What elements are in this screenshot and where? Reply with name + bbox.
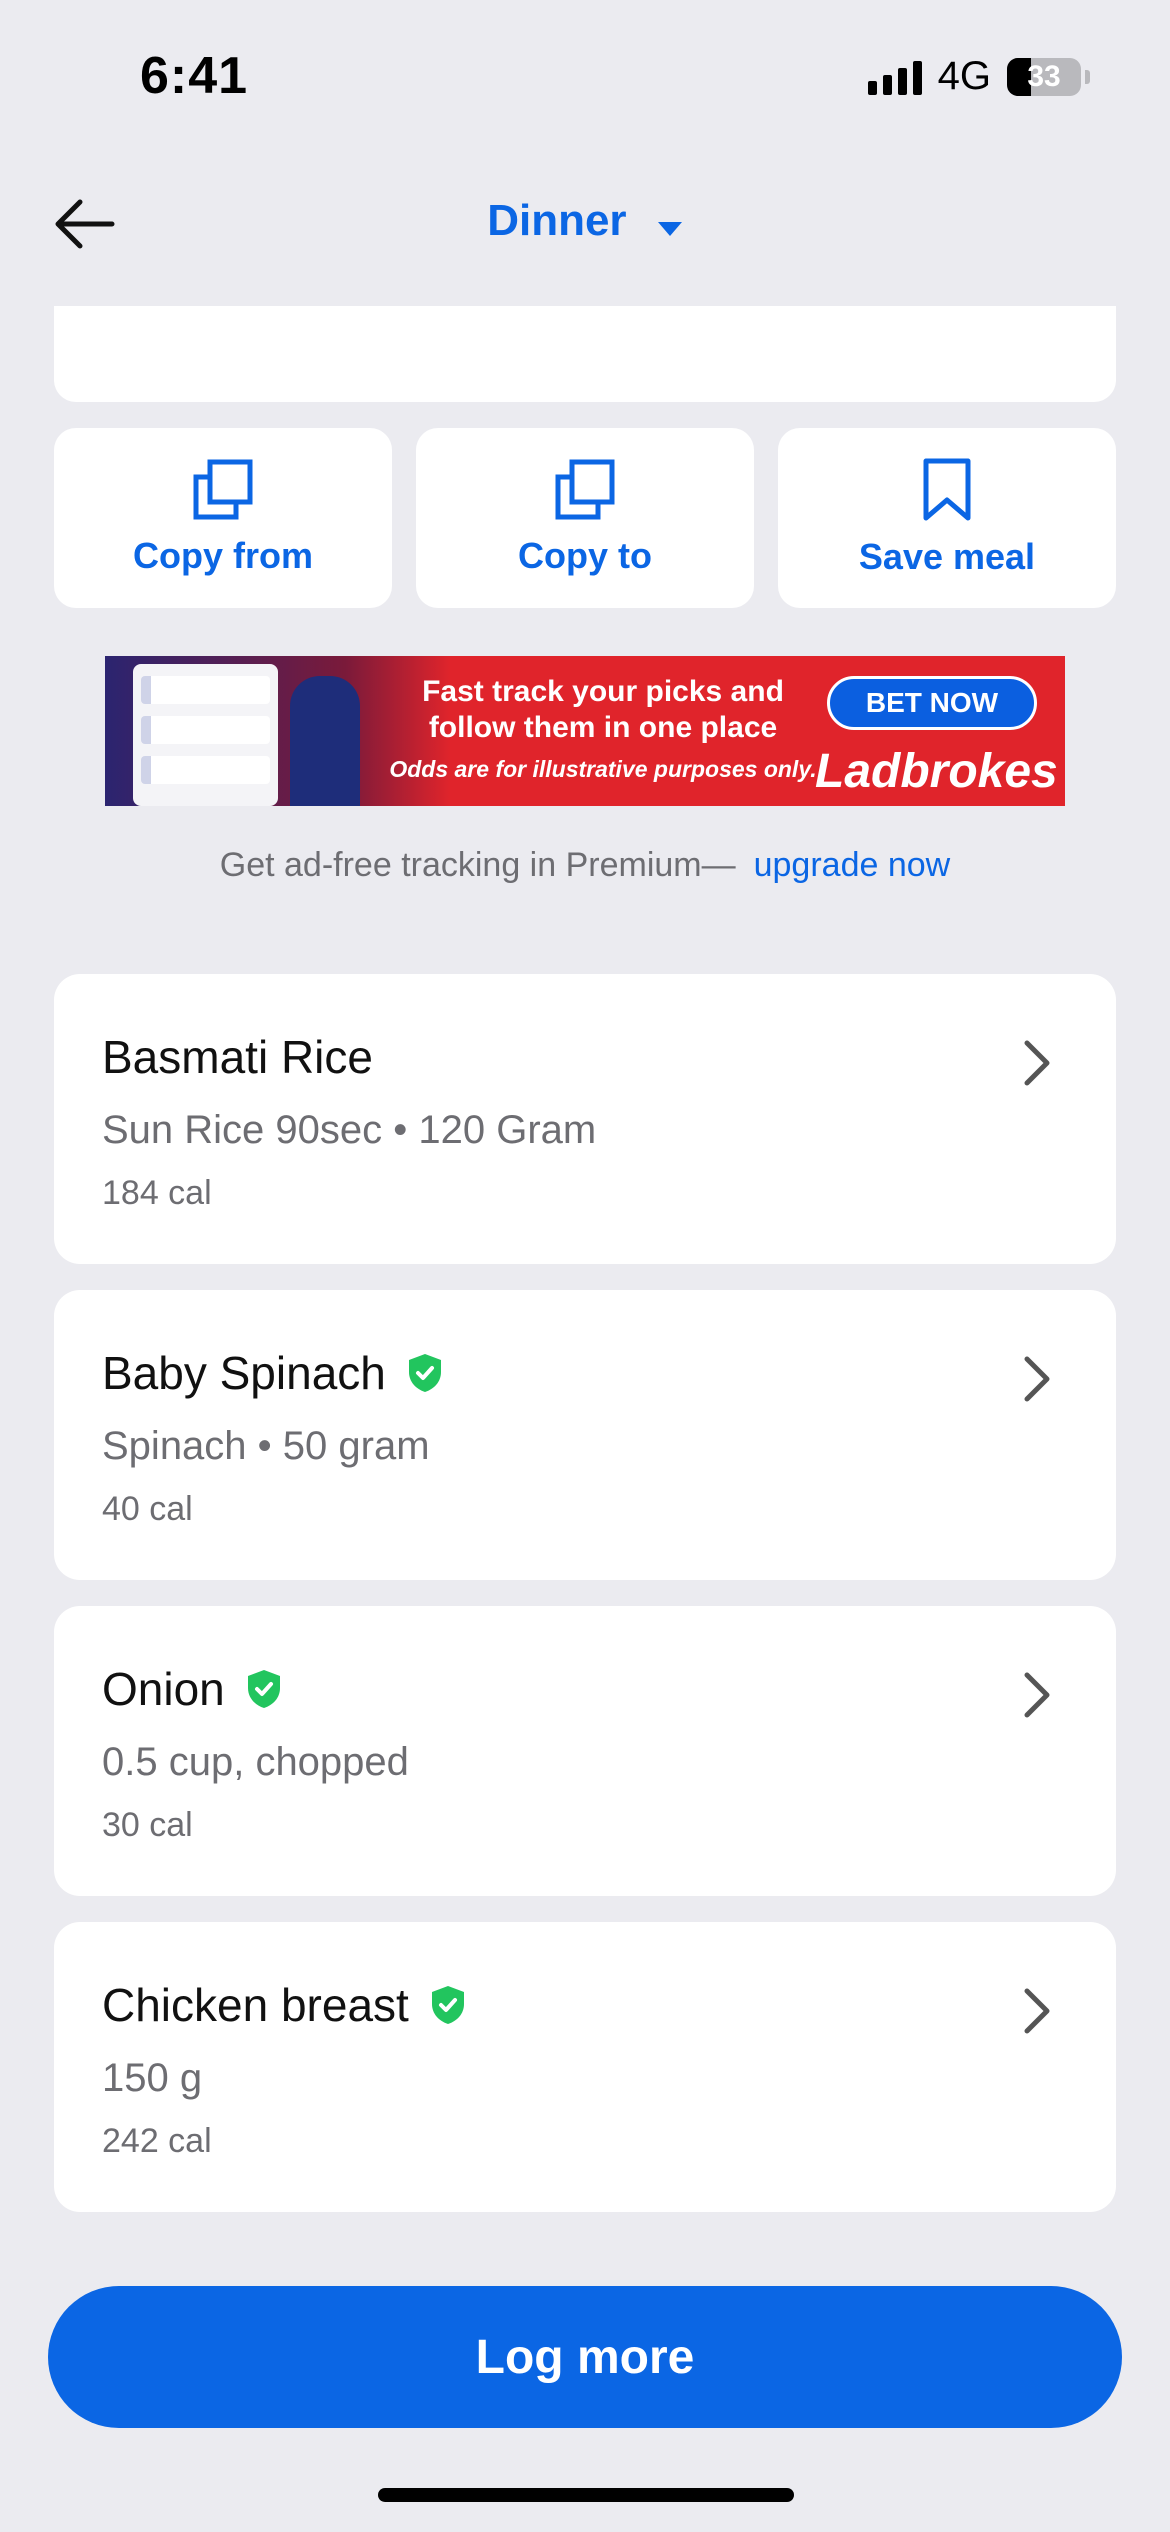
chevron-right-icon xyxy=(1024,1356,1050,1402)
ad-player-image xyxy=(290,676,360,806)
food-name: Basmati Rice xyxy=(102,1030,373,1084)
food-description: Sun Rice 90sec • 120 Gram xyxy=(102,1108,597,1152)
food-entry[interactable]: Onion 0.5 cup, chopped 30 cal xyxy=(54,1606,1116,1896)
verified-shield-icon xyxy=(431,1985,465,2025)
food-name-text: Basmati Rice xyxy=(102,1031,373,1083)
premium-upsell: Get ad-free tracking in Premium— upgrade … xyxy=(0,846,1170,885)
chevron-right-icon xyxy=(1024,1672,1050,1718)
verified-shield-icon xyxy=(247,1669,281,1709)
food-calories: 184 cal xyxy=(102,1174,212,1212)
ad-headline-1: Fast track your picks and xyxy=(422,675,784,708)
battery-level: 33 xyxy=(1027,59,1061,93)
meal-title: Dinner xyxy=(487,196,627,245)
ad-phone-image xyxy=(133,664,278,806)
meal-summary-card xyxy=(54,306,1116,402)
food-name-text: Baby Spinach xyxy=(102,1347,386,1399)
cellular-signal-icon xyxy=(867,59,922,95)
food-name: Chicken breast xyxy=(102,1978,465,2032)
battery-icon: 33 xyxy=(1007,57,1081,96)
copy-from-button[interactable]: Copy from xyxy=(54,428,392,608)
home-indicator[interactable] xyxy=(378,2488,794,2502)
network-type: 4G xyxy=(937,54,991,98)
food-calories: 30 cal xyxy=(102,1806,193,1844)
food-calories: 40 cal xyxy=(102,1490,193,1528)
ad-cta-button[interactable]: BET NOW xyxy=(827,676,1037,730)
status-time: 6:41 xyxy=(140,47,249,105)
food-description: 0.5 cup, chopped xyxy=(102,1740,409,1784)
food-description: Spinach • 50 gram xyxy=(102,1424,430,1468)
premium-text: Get ad-free tracking in Premium— xyxy=(219,846,736,884)
verified-shield-icon xyxy=(408,1353,442,1393)
copy-to-label: Copy to xyxy=(518,535,652,576)
ad-headline-2: follow them in one place xyxy=(428,711,778,744)
food-description: 150 g xyxy=(102,2056,203,2100)
food-name-text: Onion xyxy=(102,1663,225,1715)
copy-to-button[interactable]: Copy to xyxy=(416,428,754,608)
caret-down-icon xyxy=(657,198,683,248)
bookmark-icon xyxy=(923,458,971,521)
ad-text: Fast track your picks and follow them in… xyxy=(373,674,833,783)
food-calories: 242 cal xyxy=(102,2122,212,2160)
food-name: Baby Spinach xyxy=(102,1346,442,1400)
ad-banner[interactable]: Fast track your picks and follow them in… xyxy=(105,656,1065,806)
food-entry[interactable]: Baby Spinach Spinach • 50 gram 40 cal xyxy=(54,1290,1116,1580)
upgrade-link[interactable]: upgrade now xyxy=(754,846,951,884)
meal-actions: Copy from Copy to Save meal xyxy=(54,428,1116,608)
battery-tip xyxy=(1085,69,1090,84)
chevron-right-icon xyxy=(1024,1040,1050,1086)
ad-disclaimer: Odds are for illustrative purposes only. xyxy=(389,756,817,782)
copy-icon xyxy=(555,459,615,520)
food-name-text: Chicken breast xyxy=(102,1979,409,2031)
save-meal-label: Save meal xyxy=(858,536,1036,577)
copy-icon xyxy=(193,459,253,520)
status-indicators: 4G 33 xyxy=(867,54,1090,99)
meal-selector[interactable]: Dinner xyxy=(0,196,1170,248)
food-name: Onion xyxy=(102,1662,281,1716)
copy-from-label: Copy from xyxy=(133,535,313,576)
food-entry[interactable]: Basmati Rice Sun Rice 90sec • 120 Gram 1… xyxy=(54,974,1116,1264)
food-entry[interactable]: Chicken breast 150 g 242 cal xyxy=(54,1922,1116,2212)
log-more-button[interactable]: Log more xyxy=(48,2286,1122,2428)
save-meal-button[interactable]: Save meal xyxy=(778,428,1116,608)
ad-brand-logo: Ladbrokes xyxy=(815,745,1058,798)
chevron-right-icon xyxy=(1024,1988,1050,2034)
